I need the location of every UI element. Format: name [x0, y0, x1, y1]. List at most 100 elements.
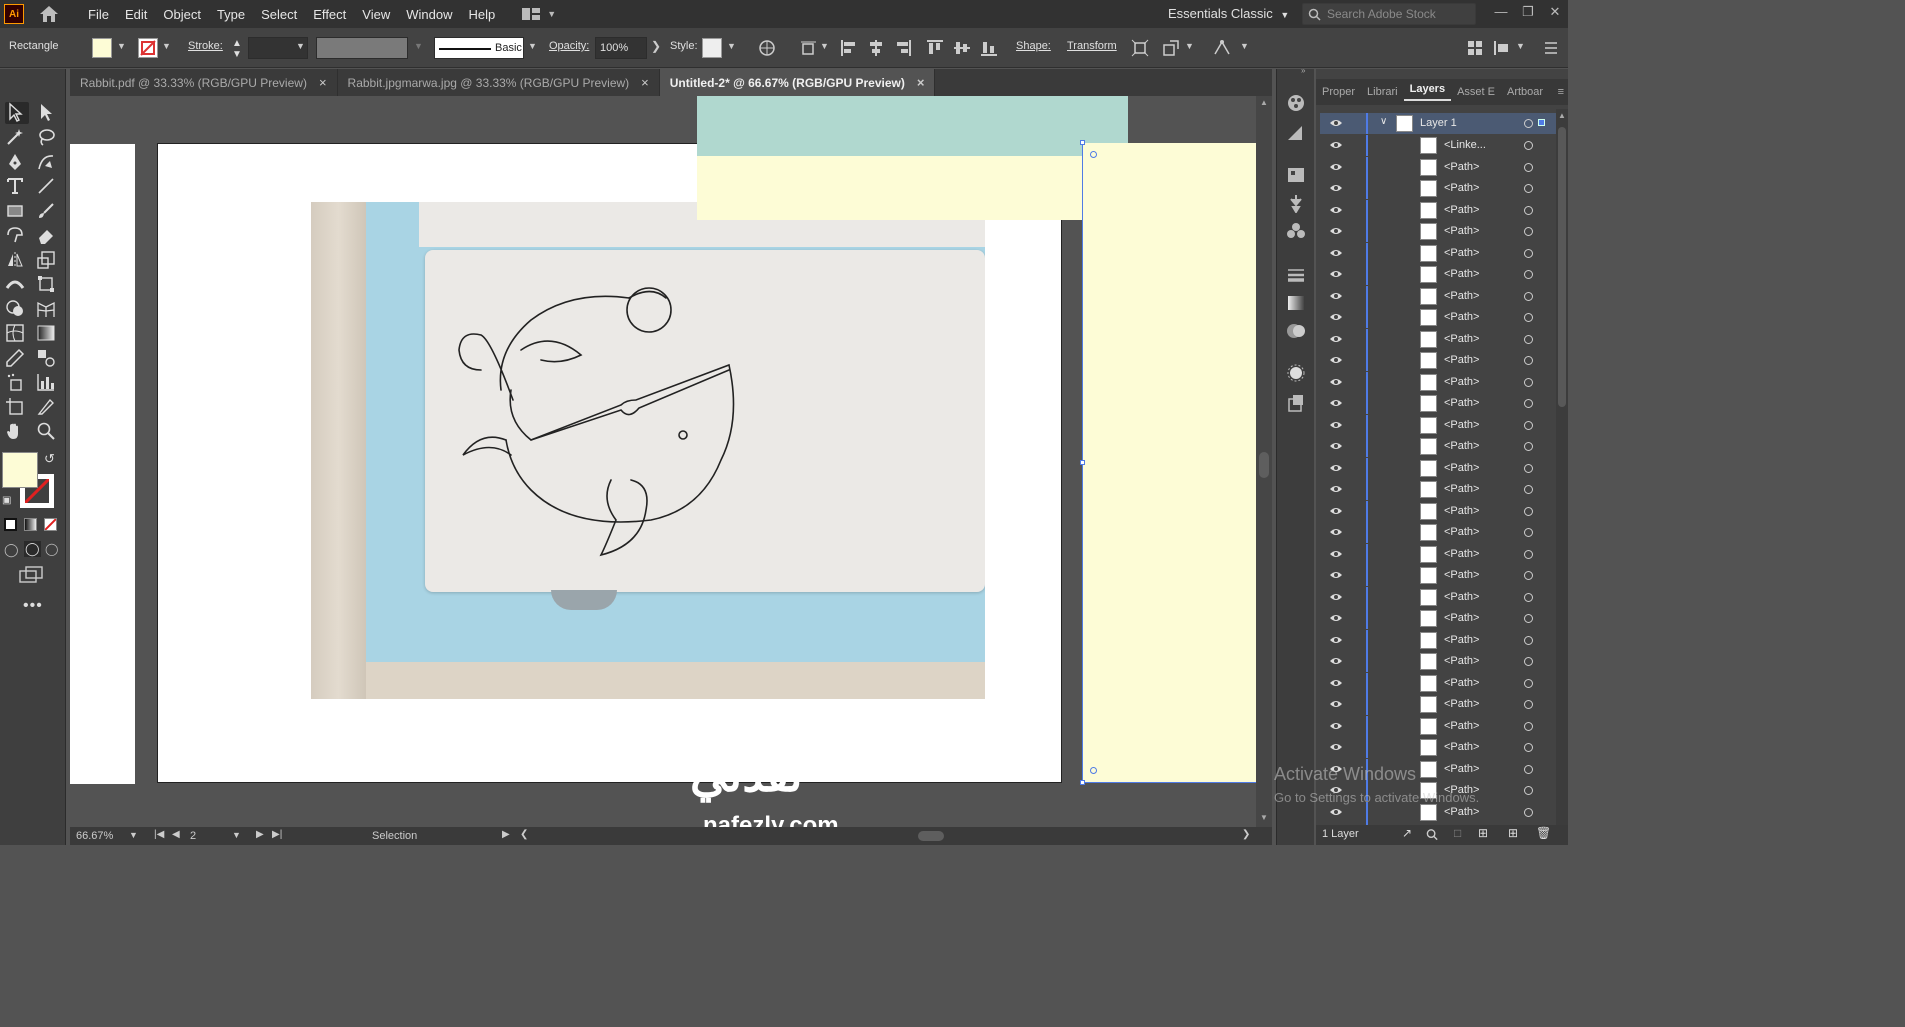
path-name[interactable]: <Path>: [1444, 806, 1479, 818]
target-circle-icon[interactable]: [1524, 248, 1533, 258]
close-tab-icon[interactable]: ×: [319, 75, 327, 90]
line-segment-tool[interactable]: [36, 176, 60, 198]
blend-tool[interactable]: [36, 348, 60, 370]
stroke-stepper[interactable]: ▲ ▼: [232, 38, 242, 60]
scroll-down-icon[interactable]: ▼: [1260, 813, 1268, 822]
target-circle-icon[interactable]: [1524, 807, 1533, 817]
scroll-up-icon[interactable]: ▲: [1260, 98, 1268, 107]
align-horizontal-center-icon[interactable]: [867, 39, 885, 57]
align-right-icon[interactable]: [894, 39, 912, 57]
visibility-eye-icon[interactable]: [1329, 655, 1343, 667]
hand-tool[interactable]: [5, 421, 29, 443]
list-item[interactable]: <Path>: [1320, 307, 1556, 328]
new-sublayer-icon[interactable]: ⊞: [1478, 826, 1488, 840]
target-circle-icon[interactable]: [1524, 313, 1533, 322]
collapse-icon[interactable]: »: [1301, 66, 1305, 75]
visibility-eye-icon[interactable]: [1329, 311, 1343, 323]
color-guide-icon[interactable]: [1285, 93, 1307, 113]
swatches-icon[interactable]: [1285, 123, 1307, 143]
column-graph-tool[interactable]: [36, 372, 60, 394]
mesh-tool[interactable]: [5, 323, 29, 345]
list-item[interactable]: <Path>: [1320, 436, 1556, 457]
path-name[interactable]: <Path>: [1444, 462, 1479, 474]
visibility-eye-icon[interactable]: [1329, 419, 1343, 431]
align-left-icon[interactable]: [840, 39, 858, 57]
curvature-tool[interactable]: [36, 152, 60, 174]
fill-swatch[interactable]: [92, 38, 112, 58]
visibility-eye-icon[interactable]: [1329, 462, 1343, 474]
target-circle-icon[interactable]: [1524, 549, 1533, 559]
width-tool[interactable]: [5, 274, 29, 296]
list-item[interactable]: <Path>: [1320, 715, 1556, 737]
tab-layers[interactable]: Layers: [1403, 83, 1452, 101]
path-name[interactable]: <Path>: [1444, 182, 1479, 194]
corner-widget[interactable]: [1090, 767, 1097, 774]
visibility-eye-icon[interactable]: [1329, 526, 1343, 538]
target-circle-icon[interactable]: [1524, 184, 1533, 193]
eyedropper-tool[interactable]: [5, 348, 29, 370]
yellow-rect-right[interactable]: [1082, 143, 1256, 783]
path-name[interactable]: <Path>: [1444, 698, 1479, 710]
target-circle-icon[interactable]: [1524, 442, 1533, 451]
list-item[interactable]: <Path>: [1320, 543, 1556, 565]
visibility-eye-icon[interactable]: [1329, 225, 1343, 237]
align-vertical-center-icon[interactable]: [953, 39, 971, 57]
tab-rabbit-pdf[interactable]: Rabbit.pdf @ 33.33% (RGB/GPU Preview) ×: [70, 69, 338, 96]
layer-name[interactable]: Layer 1: [1420, 117, 1457, 129]
tab-asset-export[interactable]: Asset E: [1451, 86, 1501, 98]
list-item[interactable]: <Path>: [1320, 522, 1556, 543]
distribute-icon[interactable]: [1493, 39, 1511, 57]
arrange-panels-icon[interactable]: [1466, 39, 1484, 57]
selection-indicator[interactable]: [1538, 119, 1545, 126]
visibility-eye-icon[interactable]: [1329, 806, 1343, 818]
make-clipping-mask-icon[interactable]: □: [1454, 826, 1461, 840]
menu-file[interactable]: File: [80, 7, 117, 22]
path-name[interactable]: <Path>: [1444, 290, 1479, 302]
visibility-eye-icon[interactable]: [1329, 204, 1343, 216]
scroll-thumb[interactable]: [1558, 127, 1566, 407]
vertical-scrollbar[interactable]: ▲ ▼: [1256, 96, 1272, 827]
visibility-eye-icon[interactable]: [1329, 354, 1343, 366]
teal-rectangle[interactable]: [697, 96, 1128, 156]
close-window-button[interactable]: ✕: [1544, 4, 1566, 22]
stock-search-input[interactable]: Search Adobe Stock: [1302, 3, 1476, 25]
close-tab-icon[interactable]: ×: [917, 75, 925, 90]
target-circle-icon[interactable]: [1524, 377, 1533, 387]
list-item[interactable]: <Path>: [1320, 393, 1556, 414]
visibility-eye-icon[interactable]: [1329, 290, 1343, 302]
shape-label[interactable]: Shape:: [1016, 40, 1051, 52]
new-layer-icon[interactable]: ⊞: [1508, 826, 1518, 840]
lasso-tool[interactable]: [36, 127, 60, 149]
target-circle-icon[interactable]: [1524, 635, 1533, 645]
list-item[interactable]: <Path>: [1320, 350, 1556, 371]
chevron-down-icon[interactable]: ▼: [129, 830, 138, 840]
tab-libraries[interactable]: Librari: [1361, 86, 1404, 98]
align-bottom-icon[interactable]: [980, 39, 998, 57]
swap-colors-icon[interactable]: ↺: [44, 451, 55, 467]
scroll-left-icon[interactable]: ❮: [520, 829, 528, 840]
selection-handle[interactable]: [1080, 780, 1085, 785]
slice-tool[interactable]: [36, 397, 60, 419]
path-name[interactable]: <Path>: [1444, 440, 1479, 452]
target-circle-icon[interactable]: [1524, 485, 1533, 494]
gradient-panel-icon[interactable]: [1285, 293, 1307, 313]
path-name[interactable]: <Path>: [1444, 526, 1479, 538]
variable-width-field[interactable]: [316, 37, 408, 59]
rectangle-tool[interactable]: [5, 201, 29, 223]
first-artboard-icon[interactable]: |◀: [154, 829, 164, 840]
horizontal-scroll-thumb[interactable]: [918, 831, 944, 841]
brush-definition-field[interactable]: Basic: [434, 37, 524, 59]
align-to-icon[interactable]: [800, 39, 818, 57]
path-name[interactable]: <Path>: [1444, 419, 1479, 431]
visibility-eye-icon[interactable]: [1329, 117, 1343, 129]
target-circle-icon[interactable]: [1524, 743, 1533, 752]
visibility-eye-icon[interactable]: [1329, 698, 1343, 710]
list-item[interactable]: <Path>: [1320, 651, 1556, 672]
visibility-eye-icon[interactable]: [1329, 268, 1343, 280]
visibility-eye-icon[interactable]: [1329, 397, 1343, 409]
target-circle-icon[interactable]: [1524, 119, 1533, 128]
panel-menu-icon[interactable]: ≡: [1552, 86, 1568, 98]
list-item[interactable]: <Path>: [1320, 672, 1556, 694]
target-circle-icon[interactable]: [1524, 162, 1533, 172]
target-circle-icon[interactable]: [1524, 463, 1533, 473]
